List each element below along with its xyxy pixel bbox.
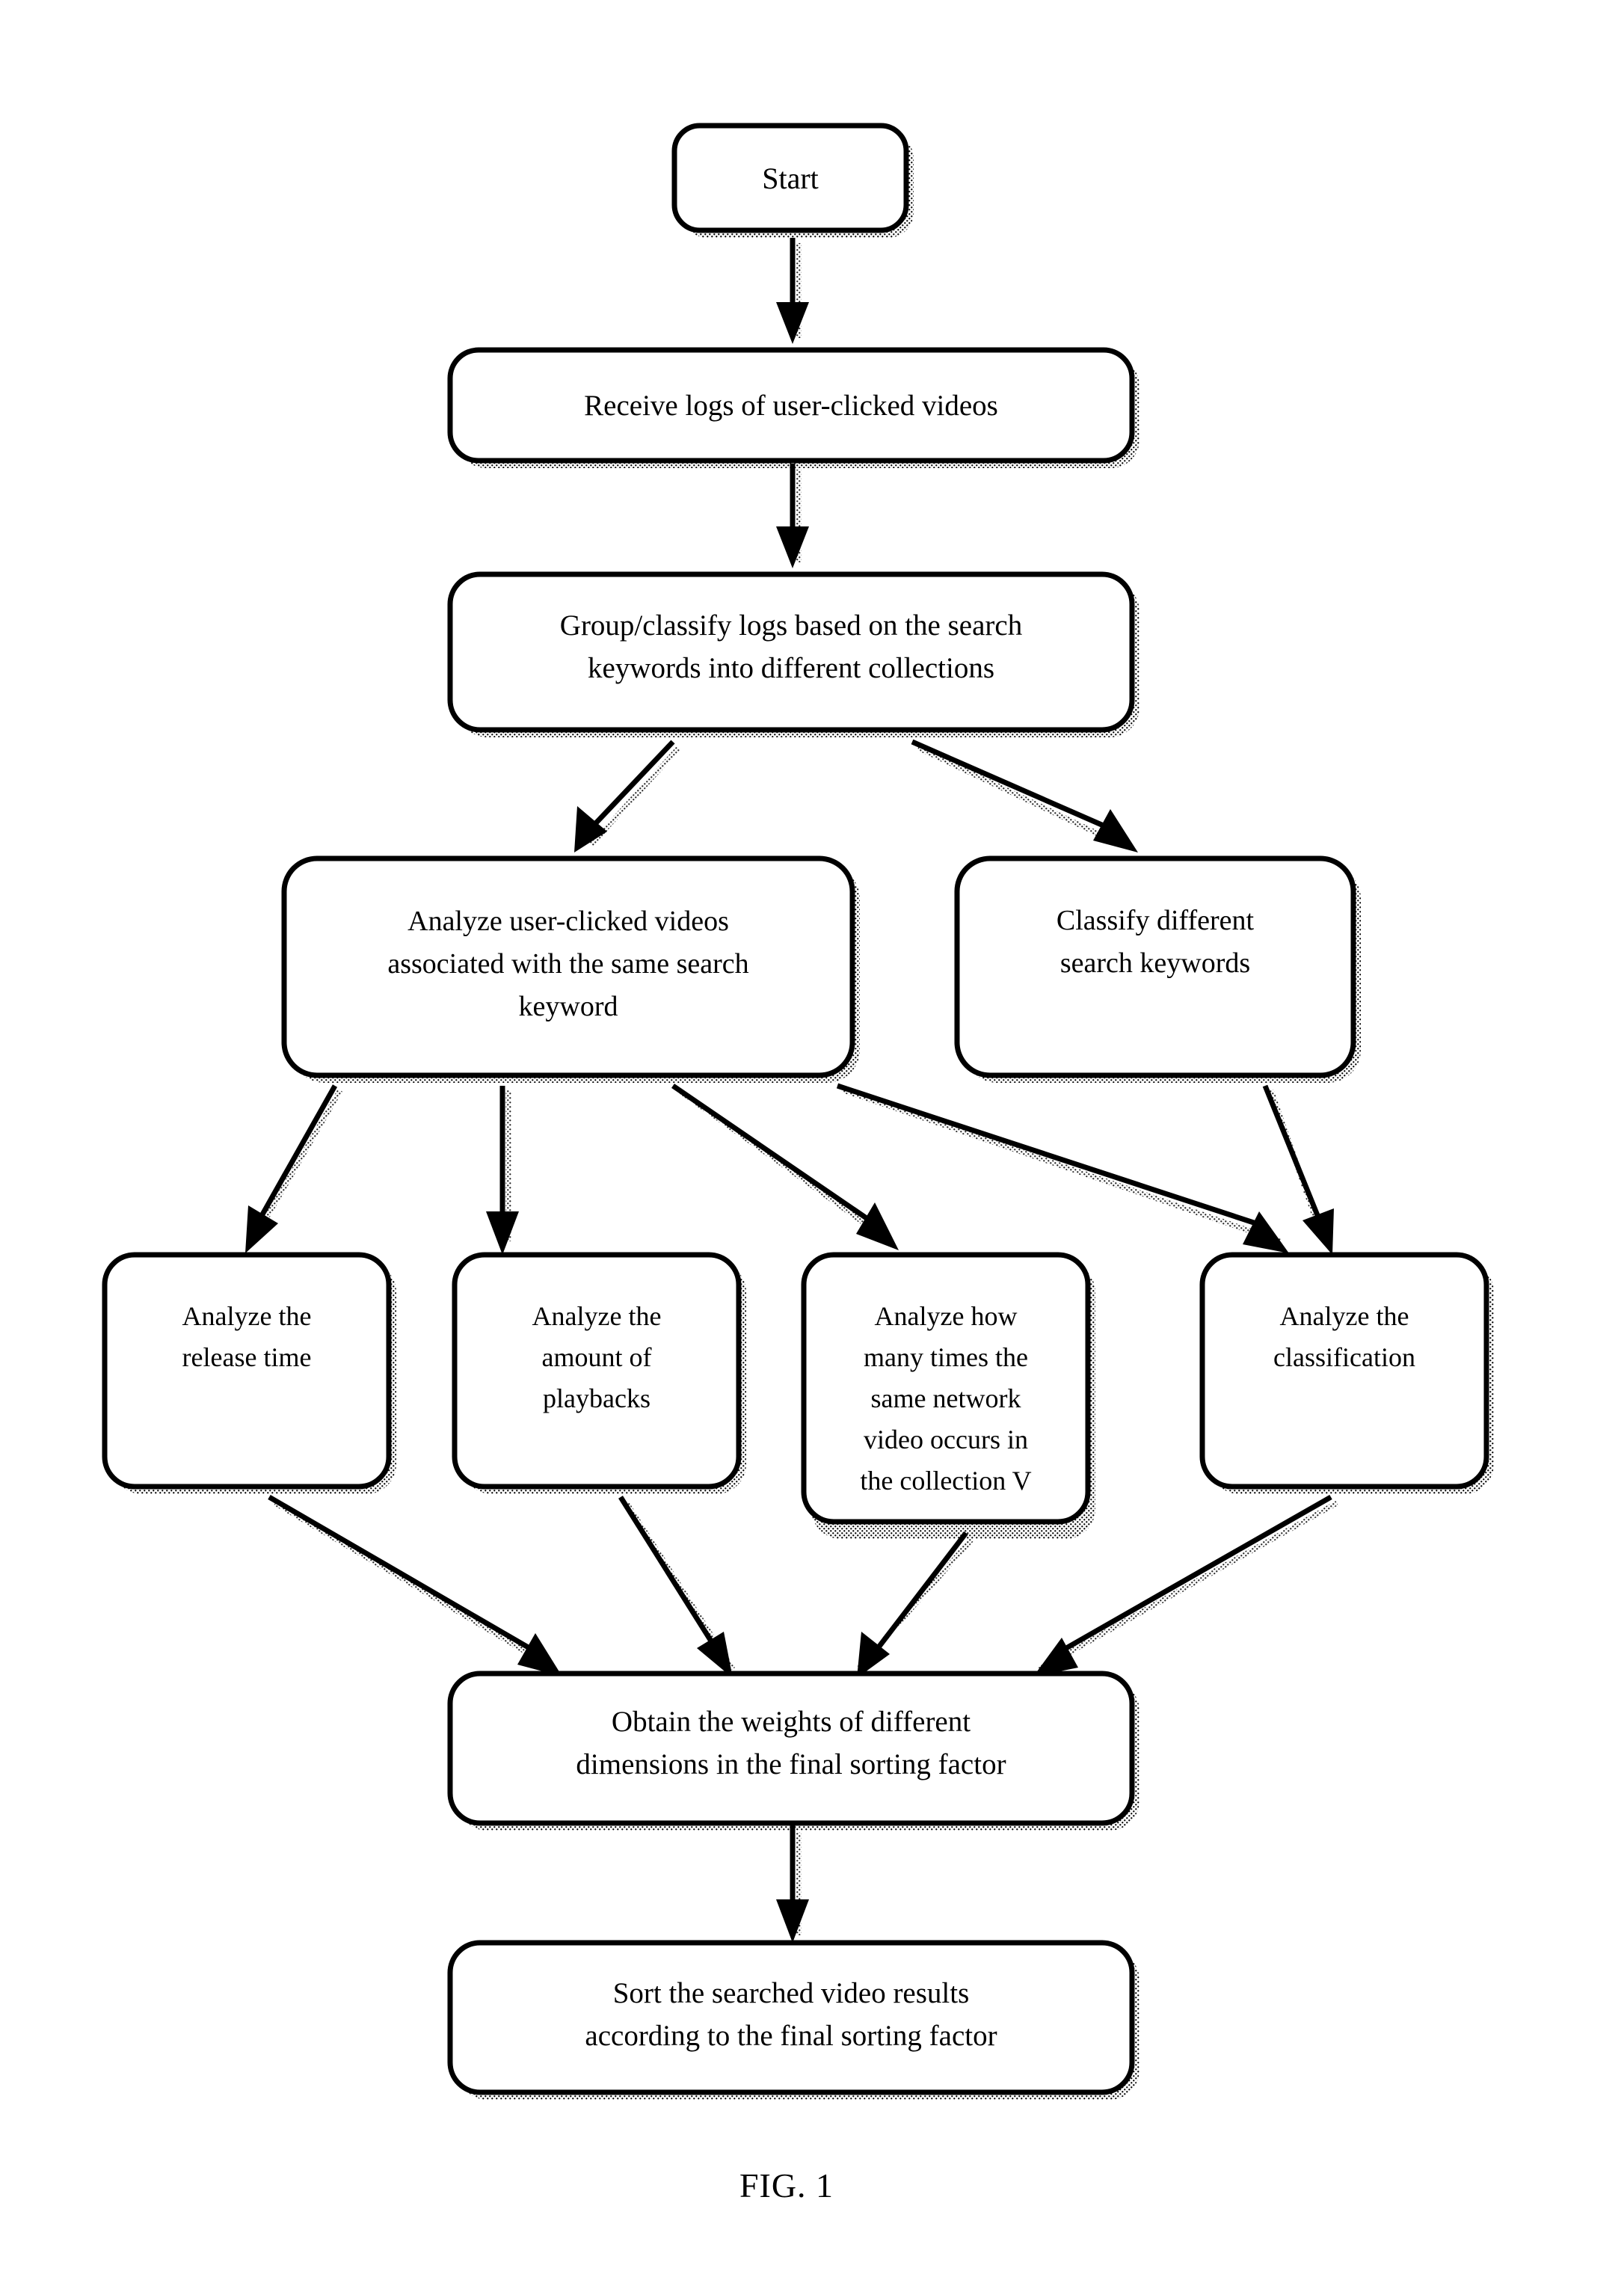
node-occurrences-line-4: video occurs in: [864, 1425, 1028, 1454]
node-analyze-videos-line-1: Analyze user-clicked videos: [407, 906, 729, 937]
node-analyze-videos-line-2: associated with the same search: [387, 948, 748, 980]
node-receive-logs[interactable]: Receive logs of user-clicked videos: [447, 347, 1135, 464]
node-analyze-video-occurrences[interactable]: Analyze how many times the same network …: [801, 1252, 1091, 1525]
node-start[interactable]: Start: [671, 123, 909, 233]
node-start-line-1: Start: [762, 162, 819, 195]
node-occurrences-line-3: same network: [871, 1383, 1021, 1413]
node-group-line-2: keywords into different collections: [588, 652, 994, 684]
node-group-line-1: Group/classify logs based on the search: [560, 609, 1022, 642]
edge-analyzevideos-releasetime: [245, 1084, 338, 1253]
node-occurrences-line-1: Analyze how: [875, 1301, 1018, 1331]
node-release-time-line-1: Analyze the: [182, 1301, 312, 1331]
figure-caption: FIG. 1: [739, 2166, 834, 2204]
node-analyze-classification[interactable]: Analyze the classification: [1199, 1252, 1489, 1490]
node-weights-line-1: Obtain the weights of different: [612, 1706, 971, 1738]
edge-group-analyzevideos: [574, 740, 675, 852]
node-weights-line-2: dimensions in the final sorting factor: [576, 1748, 1006, 1780]
flowchart-canvas: Start Receive logs of user-clicked video…: [102, 123, 1494, 2204]
edge-playbacks-weights: [618, 1496, 733, 1678]
node-classify-keywords-line-1: Classify different: [1056, 905, 1255, 936]
node-receive-line-1: Receive logs of user-clicked videos: [584, 390, 998, 422]
node-occurrences-line-2: many times the: [864, 1342, 1028, 1372]
node-playbacks-line-3: playbacks: [543, 1383, 650, 1413]
node-playbacks-line-2: amount of: [542, 1342, 652, 1372]
node-release-time-line-2: release time: [182, 1342, 312, 1372]
node-group-classify-logs[interactable]: Group/classify logs based on the search …: [447, 571, 1135, 733]
node-analyze-playbacks[interactable]: Analyze the amount of playbacks: [452, 1252, 742, 1490]
node-classification-line-2: classification: [1273, 1342, 1415, 1372]
node-sort-results[interactable]: Sort the searched video results accordin…: [447, 1940, 1135, 2095]
node-obtain-weights[interactable]: Obtain the weights of different dimensio…: [447, 1671, 1135, 1826]
edge-analyzevideos-playbacks: [486, 1086, 519, 1255]
node-sort-line-1: Sort the searched video results: [613, 1977, 970, 2009]
node-analyze-videos-line-3: keyword: [519, 991, 618, 1022]
edge-start-receive: [776, 238, 809, 344]
node-classify-keywords-line-2: search keywords: [1060, 947, 1250, 979]
edge-weights-sort: [776, 1825, 809, 1943]
node-sort-line-2: according to the final sorting factor: [585, 2020, 997, 2052]
node-occurrences-line-5: the collection V: [860, 1466, 1031, 1496]
node-analyze-user-clicked-videos[interactable]: Analyze user-clicked videos associated w…: [281, 855, 855, 1078]
node-analyze-release-time[interactable]: Analyze the release time: [102, 1252, 392, 1490]
node-classification-line-1: Analyze the: [1280, 1301, 1409, 1331]
node-classify-search-keywords[interactable]: Classify different search keywords: [954, 855, 1356, 1078]
edge-receive-group: [776, 464, 809, 568]
node-playbacks-line-1: Analyze the: [532, 1301, 662, 1331]
edge-classifykeywords-classification: [1262, 1084, 1334, 1255]
edge-occurrences-weights: [857, 1531, 968, 1678]
figure-1-flowchart: Start Receive logs of user-clicked video…: [0, 0, 1624, 2280]
